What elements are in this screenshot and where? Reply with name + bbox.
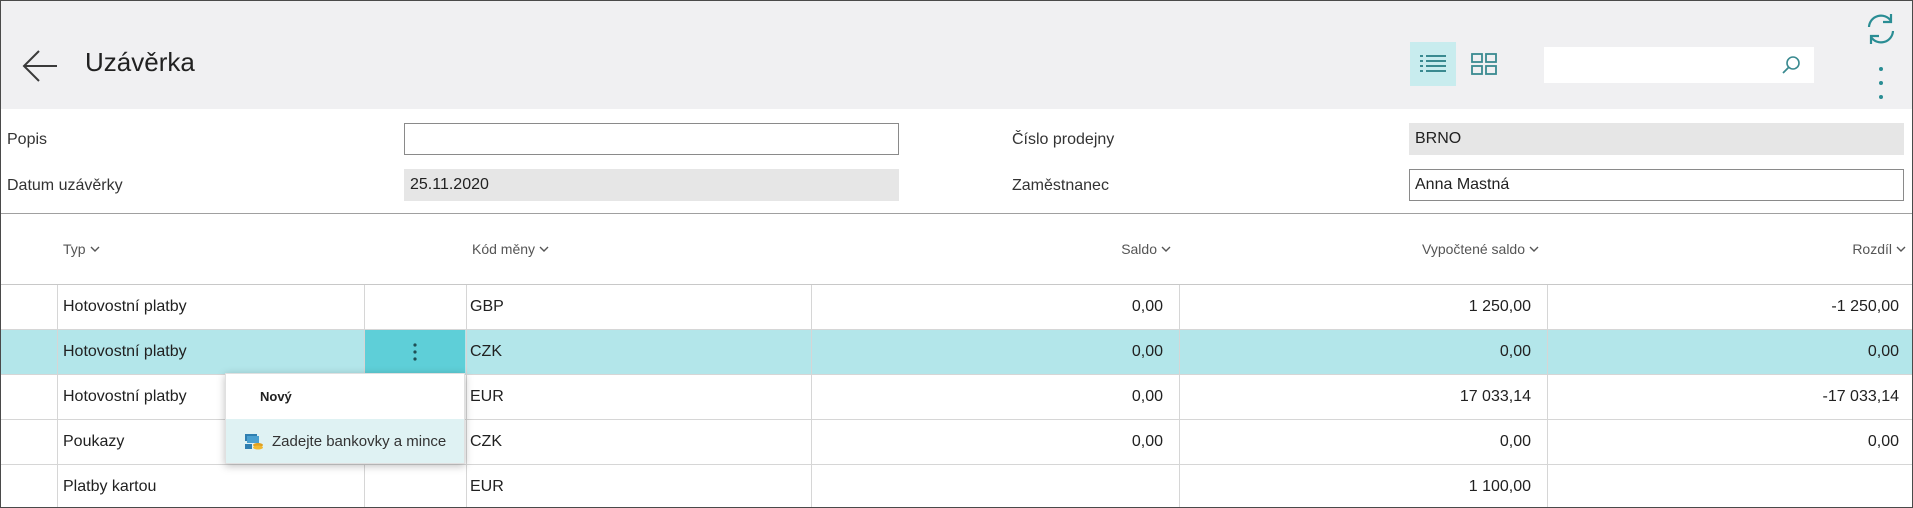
cell-typ: Platby kartou	[63, 478, 157, 495]
more-vertical-icon	[413, 343, 417, 361]
zamestnanec-label: Zaměstnanec	[1012, 177, 1109, 194]
cell-vypoctene-saldo: 0,00	[1499, 433, 1531, 450]
zamestnanec-field[interactable]: Anna Mastná	[1409, 169, 1904, 201]
search-icon[interactable]	[1780, 54, 1802, 76]
row-actions-button[interactable]	[365, 330, 465, 374]
cell-typ: Hotovostní platby	[63, 343, 187, 360]
datum-uzaverky-field: 25.11.2020	[404, 169, 899, 201]
column-divider	[57, 285, 58, 507]
column-header-saldo[interactable]: Saldo	[1001, 241, 1171, 257]
cell-typ: Poukazy	[63, 433, 125, 450]
column-header-rozdil[interactable]: Rozdíl	[1701, 241, 1906, 257]
cell-vypoctene-saldo: 1 250,00	[1468, 298, 1531, 315]
back-button[interactable]	[19, 45, 61, 87]
row-context-menu: Nový Zadejte bankovky a mince	[225, 373, 465, 464]
popis-field[interactable]	[404, 123, 899, 155]
column-header-vypoctene-saldo[interactable]: Vypočtené saldo	[1301, 241, 1539, 257]
cell-vypoctene-saldo: 1 100,00	[1468, 478, 1531, 495]
column-header-vypoctene-saldo-label: Vypočtené saldo	[1422, 241, 1525, 257]
back-arrow-icon	[22, 50, 57, 82]
column-header-typ[interactable]: Typ	[63, 241, 100, 257]
menu-item-new[interactable]: Nový	[226, 374, 464, 418]
column-header-kod-meny-label: Kód měny	[472, 241, 536, 257]
column-header-saldo-label: Saldo	[1121, 241, 1157, 257]
column-divider	[1179, 285, 1180, 507]
refresh-icon[interactable]	[1863, 11, 1899, 47]
cell-typ: Hotovostní platby	[63, 298, 187, 315]
popis-label: Popis	[7, 131, 48, 148]
tile-view-icon	[1471, 53, 1497, 75]
cell-saldo: 0,00	[1131, 298, 1163, 315]
cell-typ: Hotovostní platby	[63, 388, 187, 405]
cell-kod-meny: GBP	[470, 298, 504, 315]
cell-kod-meny: EUR	[470, 388, 504, 405]
chevron-down-icon	[90, 246, 100, 252]
cell-saldo: 0,00	[1131, 388, 1163, 405]
page-title: Uzávěrka	[85, 47, 195, 77]
cell-saldo: 0,00	[1131, 433, 1163, 450]
cell-rozdil: -17 033,14	[1822, 388, 1899, 405]
window: Uzávěrka Popis Datum uzávěrky 25.11.2020…	[0, 0, 1913, 508]
cash-coins-icon	[245, 434, 263, 450]
cell-vypoctene-saldo: 0,00	[1499, 343, 1531, 360]
cell-saldo	[821, 465, 1163, 507]
page-header: Uzávěrka	[1, 1, 1912, 109]
cell-rozdil: 0,00	[1867, 343, 1899, 360]
column-header-typ-label: Typ	[63, 241, 86, 257]
divider	[1, 213, 1912, 214]
list-view-button[interactable]	[1410, 42, 1456, 86]
table-row-selected[interactable]: Hotovostní platby CZK 0,00 0,00 0,00	[1, 330, 1912, 374]
search-input[interactable]	[1544, 47, 1774, 83]
column-header-kod-meny[interactable]: Kód měny	[472, 241, 549, 257]
chevron-down-icon	[1529, 246, 1539, 252]
cislo-prodejny-label: Číslo prodejny	[1012, 131, 1115, 148]
cell-saldo: 0,00	[1131, 343, 1163, 360]
column-divider	[811, 285, 812, 507]
cell-rozdil: 0,00	[1867, 433, 1899, 450]
chevron-down-icon	[1896, 246, 1906, 252]
menu-item-enter-banknotes-coins[interactable]: Zadejte bankovky a mince	[226, 419, 464, 463]
cell-kod-meny: CZK	[470, 433, 502, 450]
column-header-rozdil-label: Rozdíl	[1852, 241, 1892, 257]
chevron-down-icon	[1161, 246, 1171, 252]
search-box	[1544, 47, 1814, 83]
cell-rozdil: -1 250,00	[1831, 298, 1899, 315]
column-divider	[1547, 285, 1548, 507]
cell-vypoctene-saldo: 17 033,14	[1459, 388, 1531, 405]
table-row[interactable]: Platby kartou EUR 1 100,00	[1, 465, 1912, 507]
cislo-prodejny-field: BRNO	[1409, 123, 1904, 155]
chevron-down-icon	[539, 246, 549, 252]
cell-rozdil	[1561, 465, 1899, 507]
menu-item-enter-label: Zadejte bankovky a mince	[272, 432, 447, 450]
tile-view-button[interactable]	[1461, 42, 1507, 86]
list-view-icon	[1420, 55, 1446, 72]
table-row[interactable]: Hotovostní platby GBP 0,00 1 250,00 -1 2…	[1, 285, 1912, 329]
cell-kod-meny: EUR	[470, 478, 504, 495]
datum-uzaverky-label: Datum uzávěrky	[7, 177, 123, 194]
cell-kod-meny: CZK	[470, 343, 502, 360]
column-divider	[466, 285, 467, 507]
more-vertical-icon[interactable]	[1871, 63, 1891, 103]
